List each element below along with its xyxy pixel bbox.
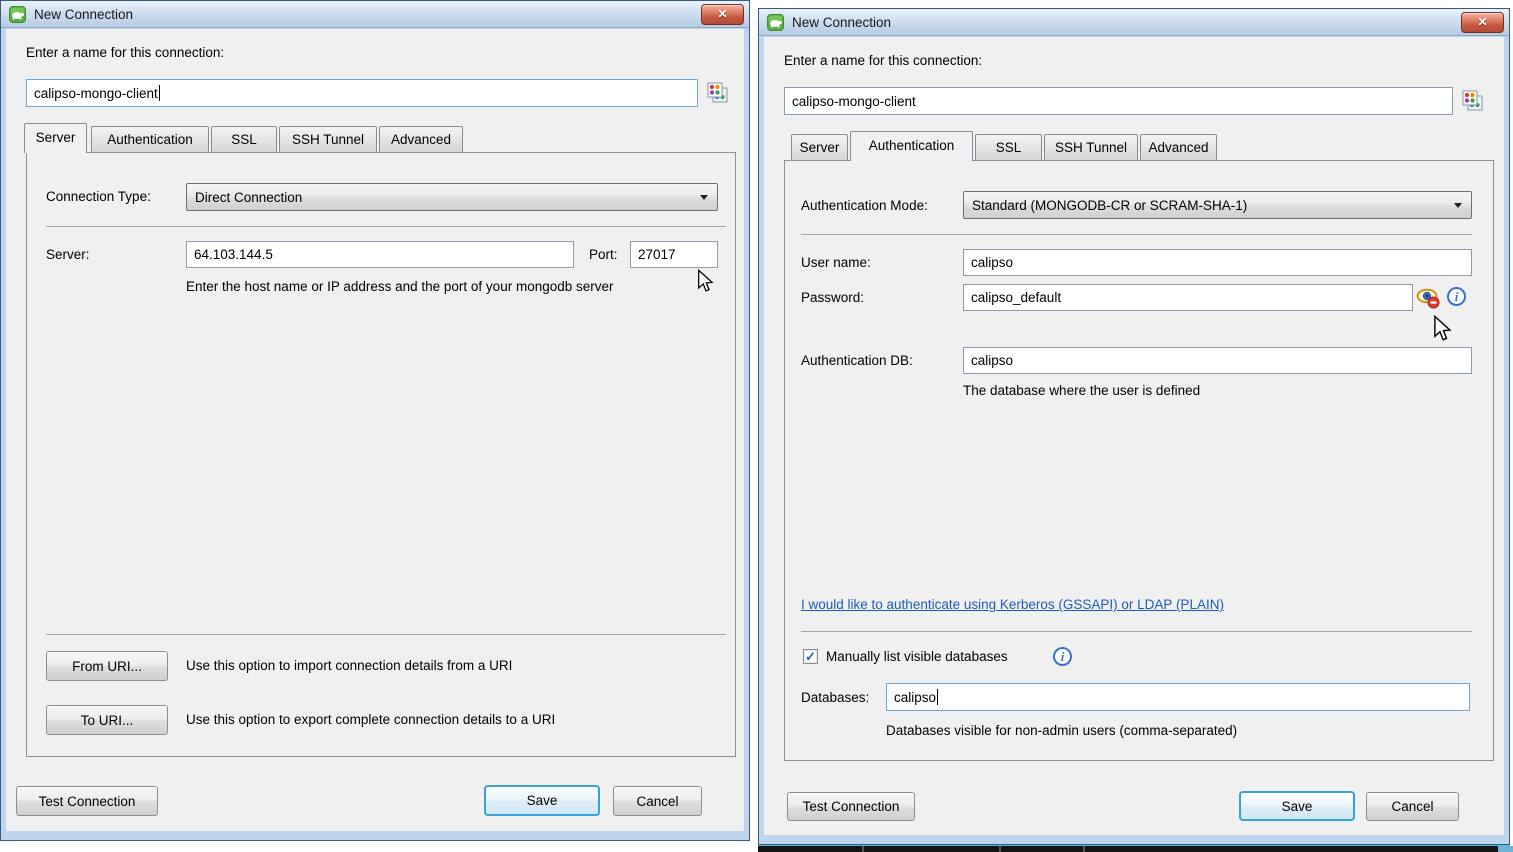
auth-db-input[interactable]: calipso	[963, 347, 1472, 374]
titlebar[interactable]: New Connection ✕	[759, 9, 1509, 36]
password-info-icon[interactable]: i	[1447, 287, 1466, 306]
save-button[interactable]: Save	[1239, 791, 1355, 821]
username-input[interactable]: calipso	[963, 249, 1472, 276]
manual-databases-checkbox[interactable]: ✓	[803, 649, 818, 664]
separator	[801, 234, 1472, 235]
tab-advanced[interactable]: Advanced	[1140, 134, 1217, 160]
titlebar[interactable]: New Connection ✕	[1, 1, 749, 28]
server-help-text: Enter the host name or IP address and th…	[186, 279, 614, 294]
left-connection-dialog: New Connection ✕ Enter a name for this c…	[0, 0, 750, 841]
tab-ssl[interactable]: SSL	[211, 126, 277, 152]
tab-advanced[interactable]: Advanced	[379, 126, 463, 152]
connection-name-input[interactable]: calipso-mongo-client	[26, 79, 698, 107]
tab-ssl[interactable]: SSL	[975, 134, 1042, 160]
databases-help-text: Databases visible for non-admin users (c…	[886, 723, 1237, 738]
chevron-down-icon	[1454, 203, 1462, 208]
close-button[interactable]: ✕	[701, 4, 744, 25]
kerberos-ldap-link[interactable]: I would like to authenticate using Kerbe…	[801, 597, 1224, 612]
to-uri-help-text: Use this option to export complete conne…	[186, 712, 555, 727]
auth-db-help-text: The database where the user is defined	[963, 383, 1200, 398]
window-title: New Connection	[792, 15, 891, 30]
connection-type-select[interactable]: Direct Connection	[186, 183, 718, 211]
tab-authentication[interactable]: Authentication	[91, 126, 209, 152]
tab-server[interactable]: Server	[24, 123, 87, 153]
databases-label: Databases:	[801, 690, 869, 705]
password-input[interactable]: calipso_default	[963, 284, 1413, 311]
connection-name-label: Enter a name for this connection:	[26, 45, 224, 60]
connection-type-label: Connection Type:	[46, 189, 151, 204]
databases-input[interactable]: calipso	[886, 683, 1470, 711]
column-divider	[862, 846, 864, 852]
separator	[801, 631, 1472, 632]
background-window-strip	[758, 846, 1513, 852]
chevron-down-icon	[700, 195, 708, 200]
accent-segment	[1498, 846, 1513, 852]
text-caret	[937, 689, 938, 705]
test-connection-button[interactable]: Test Connection	[16, 786, 158, 816]
connection-name-label: Enter a name for this connection:	[784, 53, 982, 68]
color-picker-icon[interactable]	[1461, 89, 1485, 113]
password-label: Password:	[801, 290, 864, 305]
test-connection-button[interactable]: Test Connection	[787, 792, 915, 821]
column-divider	[999, 846, 1001, 852]
tab-server[interactable]: Server	[791, 134, 848, 160]
manual-databases-label: Manually list visible databases	[826, 649, 1008, 664]
cancel-button[interactable]: Cancel	[1366, 792, 1459, 821]
separator	[46, 634, 726, 635]
close-button[interactable]: ✕	[1461, 12, 1504, 33]
connection-name-input[interactable]: calipso-mongo-client	[784, 87, 1453, 115]
auth-mode-label: Authentication Mode:	[801, 198, 928, 213]
text-caret	[159, 85, 160, 101]
save-button[interactable]: Save	[484, 785, 600, 816]
username-label: User name:	[801, 255, 871, 270]
from-uri-button[interactable]: From URI...	[46, 651, 168, 681]
cancel-button[interactable]: Cancel	[613, 786, 702, 816]
right-connection-dialog: New Connection ✕ Enter a name for this c…	[758, 8, 1510, 845]
show-password-icon[interactable]	[1416, 286, 1441, 310]
tab-ssh-tunnel[interactable]: SSH Tunnel	[1044, 134, 1138, 160]
window-title: New Connection	[34, 7, 133, 22]
auth-db-label: Authentication DB:	[801, 353, 913, 368]
column-divider	[1083, 846, 1085, 852]
databases-info-icon[interactable]: i	[1053, 647, 1072, 666]
to-uri-button[interactable]: To URI...	[46, 705, 168, 735]
dialog-body: Enter a name for this connection: calips…	[6, 29, 744, 831]
app-icon	[9, 6, 26, 23]
auth-mode-select[interactable]: Standard (MONGODB-CR or SCRAM-SHA-1)	[963, 191, 1472, 219]
port-input[interactable]: 27017	[630, 241, 718, 268]
port-label: Port:	[589, 247, 618, 262]
from-uri-help-text: Use this option to import connection det…	[186, 658, 512, 673]
tab-ssh-tunnel[interactable]: SSH Tunnel	[279, 126, 377, 152]
server-label: Server:	[46, 247, 90, 262]
separator	[46, 226, 726, 227]
app-icon	[767, 14, 784, 31]
dialog-body: Enter a name for this connection: calips…	[764, 37, 1504, 835]
color-picker-icon[interactable]	[706, 81, 730, 105]
tab-authentication[interactable]: Authentication	[850, 131, 973, 161]
server-input[interactable]: 64.103.144.5	[186, 241, 574, 268]
